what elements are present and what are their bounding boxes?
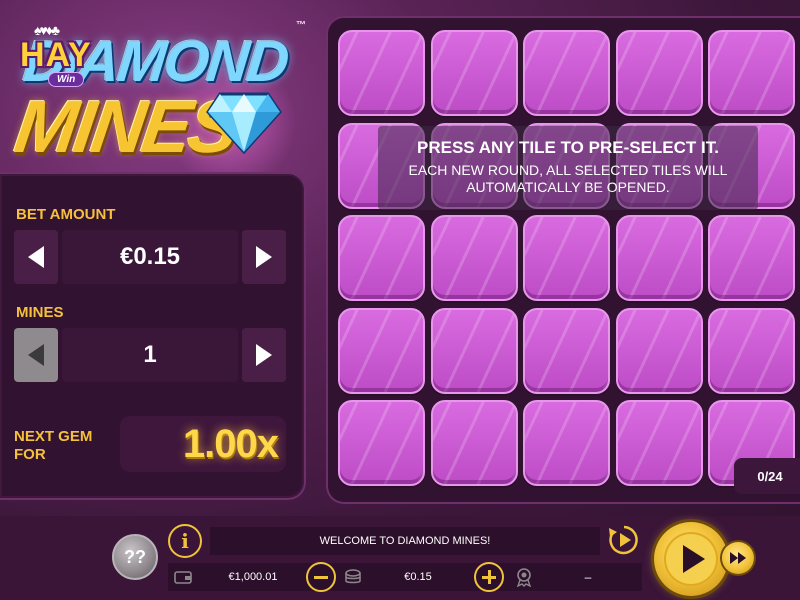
minus-icon <box>314 575 328 579</box>
diamond-icon <box>206 92 282 154</box>
mine-tile[interactable] <box>708 307 795 394</box>
selected-tile-counter: 0/24 <box>734 458 800 494</box>
help-button[interactable]: ?? <box>112 534 158 580</box>
info-button[interactable]: i <box>168 524 202 558</box>
mine-tile[interactable] <box>523 400 610 486</box>
mine-tile[interactable] <box>615 307 703 394</box>
mine-tile[interactable] <box>430 215 518 301</box>
next-gem-label: NEXT GEM FOR <box>14 428 93 463</box>
coins-icon <box>345 569 361 584</box>
bet-settings-panel: BET AMOUNT €0.15 MINES 1 NEXT GEM FOR 1.… <box>0 172 306 500</box>
mine-tile[interactable] <box>430 30 518 116</box>
play-button-inner <box>664 532 718 586</box>
instruction-overlay: PRESS ANY TILE TO PRE-SELECT IT. EACH NE… <box>378 126 758 210</box>
turbo-button[interactable] <box>722 542 754 574</box>
mine-tile[interactable] <box>338 400 425 486</box>
mine-tile[interactable] <box>338 30 425 116</box>
bet-decrease-button[interactable] <box>14 230 58 284</box>
bet-plus-button[interactable] <box>474 562 504 592</box>
bet-value: €0.15 <box>404 571 432 583</box>
mine-tile[interactable] <box>430 400 518 486</box>
bet-amount-value: €0.15 <box>62 230 238 284</box>
arrow-right-icon <box>256 344 272 366</box>
trademark-mark: ™ <box>296 20 306 31</box>
balance-bar: €1,000.01 €0.15 – <box>168 562 642 592</box>
mine-tile[interactable] <box>523 30 610 116</box>
arrow-right-icon <box>256 246 272 268</box>
multiplier-value: 1.00x <box>182 421 279 466</box>
mine-tile[interactable] <box>708 215 795 301</box>
info-icon: i <box>181 529 189 553</box>
mine-tile[interactable] <box>338 215 425 301</box>
message-text: WELCOME TO DIAMOND MINES! <box>319 535 491 547</box>
mines-value: 1 <box>62 328 238 382</box>
brand-badge: ♠♥♦♣ HAY Win <box>18 22 112 87</box>
arrow-left-icon <box>28 344 44 366</box>
bet-increase-button[interactable] <box>242 230 286 284</box>
win-value: – <box>584 570 592 584</box>
play-button[interactable] <box>654 522 728 596</box>
turbo-icon <box>730 552 738 564</box>
autoplay-icon[interactable] <box>606 522 642 558</box>
brand-win-text: Win <box>48 72 85 87</box>
brand-hay-text: HAY <box>20 36 92 74</box>
tile-grid-panel: PRESS ANY TILE TO PRE-SELECT IT. EACH NE… <box>326 16 800 504</box>
arrow-left-icon <box>28 246 44 268</box>
instruction-body: EACH NEW ROUND, ALL SELECTED TILES WILL … <box>408 162 728 195</box>
bet-amount-stepper: €0.15 <box>14 230 286 284</box>
instruction-title: PRESS ANY TILE TO PRE-SELECT IT. <box>417 138 719 157</box>
mine-tile[interactable] <box>430 307 518 394</box>
mine-tile[interactable] <box>615 30 703 116</box>
mines-stepper: 1 <box>14 328 286 382</box>
win-icon <box>516 568 532 587</box>
tile-grid <box>338 30 800 498</box>
mine-tile[interactable] <box>708 30 795 116</box>
bet-amount-label: BET AMOUNT <box>16 206 116 223</box>
message-bar: WELCOME TO DIAMOND MINES! <box>210 527 600 555</box>
mine-tile[interactable] <box>523 215 610 301</box>
turbo-icon-second <box>738 552 746 564</box>
mine-tile[interactable] <box>615 400 703 486</box>
wallet-icon <box>174 571 192 584</box>
play-icon <box>683 545 705 573</box>
multiplier-box: 1.00x <box>120 416 286 472</box>
balance-value: €1,000.01 <box>228 571 278 583</box>
plus-icon-vertical <box>487 570 491 584</box>
mine-tile[interactable] <box>523 307 610 394</box>
mine-tile[interactable] <box>615 215 703 301</box>
mines-decrease-button[interactable] <box>14 328 58 382</box>
game-logo: DIAMOND MINES ™ ♠♥♦♣ HAY Win <box>6 8 306 178</box>
mines-increase-button[interactable] <box>242 328 286 382</box>
mine-tile[interactable] <box>338 307 425 394</box>
bet-minus-button[interactable] <box>306 562 336 592</box>
help-icon: ?? <box>124 546 146 567</box>
mines-label: MINES <box>16 304 64 321</box>
